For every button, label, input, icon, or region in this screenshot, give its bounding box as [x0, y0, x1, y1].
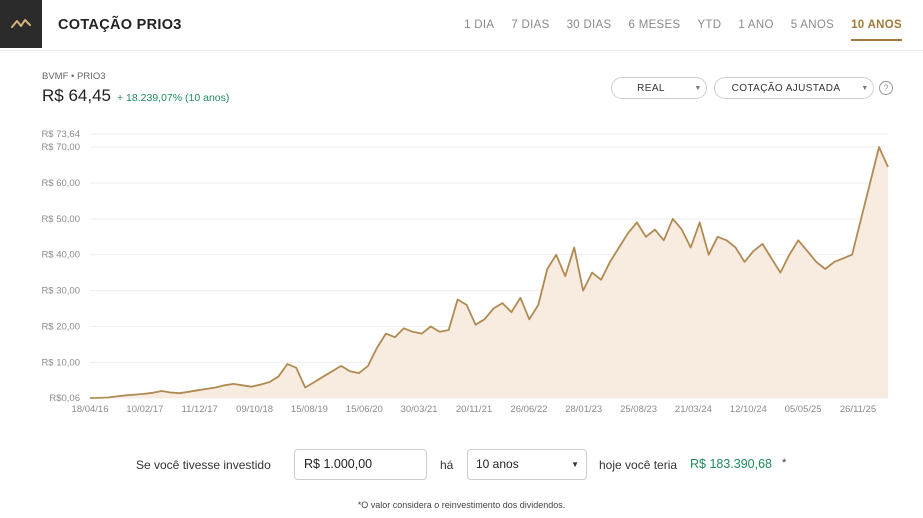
calc-result-asterisk: * [782, 457, 787, 469]
header-bar: COTAÇÃO PRIO3 1 DIA 7 DIAS 30 DIAS 6 MES… [0, 0, 923, 51]
period-tabs: 1 DIA 7 DIAS 30 DIAS 6 MESES YTD 1 ANO 5… [447, 19, 902, 41]
caret-down-icon: ▼ [861, 84, 869, 92]
x-tick-label: 05/05/25 [785, 404, 822, 415]
tab-5-anos[interactable]: 5 ANOS [791, 19, 834, 41]
x-tick-label: 10/02/17 [126, 404, 163, 415]
x-tick-label: 15/08/19 [291, 404, 328, 415]
x-tick-label: 20/11/21 [456, 404, 492, 415]
ticker-label: BVMF • PRIO3 [42, 71, 106, 82]
y-tick-label: R$ 20,00 [41, 321, 80, 332]
price-area [90, 147, 888, 398]
tab-30-dias[interactable]: 30 DIAS [567, 19, 612, 41]
calc-suffix-label: hoje você teria [599, 458, 678, 472]
footnote: *O valor considera o reinvestimento dos … [357, 500, 566, 510]
calc-prefix-label: Se você tivesse investido [136, 458, 271, 472]
tab-10-anos[interactable]: 10 ANOS [851, 19, 902, 41]
caret-down-icon: ▼ [571, 460, 579, 469]
y-tick-label: R$ 73,64 [41, 129, 80, 140]
y-tick-label: R$ 60,00 [41, 178, 80, 189]
x-tick-label: 12/10/24 [730, 404, 767, 415]
pulse-icon[interactable] [0, 0, 42, 48]
page-title: COTAÇÃO PRIO3 [58, 17, 182, 33]
tab-7-dias[interactable]: 7 DIAS [511, 19, 549, 41]
quote-type-select-label: COTAÇÃO AJUSTADA [731, 82, 841, 94]
y-axis-labels: R$ 73,64 R$ 10,00 R$ 20,00 R$ 30,00 R$ 40,00… [41, 129, 80, 404]
y-tick-label: R$0,06 [49, 393, 80, 404]
currency-select[interactable]: REAL ▼ [611, 77, 707, 99]
x-tick-label: 25/08/23 [620, 404, 657, 415]
y-tick-label: R$ 10,00 [41, 357, 80, 368]
y-tick-label: R$ 40,00 [41, 250, 80, 261]
tab-1-dia[interactable]: 1 DIA [464, 19, 494, 41]
investment-period-select[interactable]: 10 anos ▼ [467, 449, 587, 480]
y-tick-label: R$ 30,00 [41, 286, 80, 297]
help-icon[interactable]: ? [879, 81, 893, 95]
caret-down-icon: ▼ [694, 84, 702, 92]
tab-6-meses[interactable]: 6 MESES [629, 19, 681, 41]
x-tick-label: 26/11/25 [840, 404, 876, 415]
y-tick-label: R$ 50,00 [41, 214, 80, 225]
x-tick-label: 30/03/21 [401, 404, 438, 415]
x-tick-label: 21/03/24 [675, 404, 712, 415]
quote-type-select[interactable]: COTAÇÃO AJUSTADA ▼ [714, 77, 874, 99]
current-price: R$ 64,45 [42, 86, 111, 105]
investment-amount-input[interactable]: R$ 1.000,00 [294, 449, 427, 480]
tab-1-ano[interactable]: 1 ANO [738, 19, 773, 41]
x-tick-label: 18/04/16 [72, 404, 109, 415]
x-axis-labels: 18/04/16 10/02/17 11/12/17 09/10/18 15/08/19… [72, 404, 877, 415]
price-change: + 18.239,07% (10 anos) [117, 92, 230, 104]
x-tick-label: 15/06/20 [346, 404, 383, 415]
price-chart: R$ 73,64 R$ 10,00 R$ 20,00 R$ 30,00 R$ 40,00… [41, 129, 889, 415]
currency-select-label: REAL [637, 82, 665, 94]
x-tick-label: 28/01/23 [565, 404, 602, 415]
x-tick-label: 26/06/22 [510, 404, 547, 415]
calc-result-value: R$ 183.390,68 [690, 457, 773, 471]
investment-period-value: 10 anos [476, 457, 519, 471]
calc-middle-label: há [440, 458, 454, 472]
x-tick-label: 09/10/18 [236, 404, 273, 415]
y-tick-label: R$ 70,00 [41, 142, 80, 153]
x-tick-label: 11/12/17 [182, 404, 218, 415]
tab-ytd[interactable]: YTD [697, 19, 721, 41]
